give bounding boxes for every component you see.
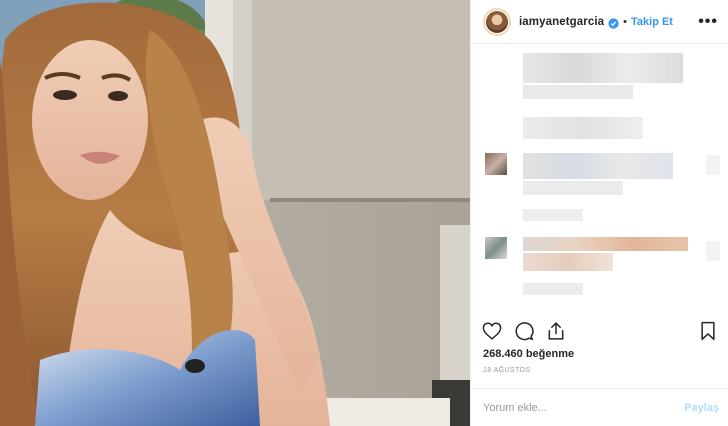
redacted-caption <box>523 117 643 139</box>
verified-badge-icon <box>608 16 619 29</box>
post-sidebar: iamyanetgarcia • Takip Et ••• 268.460 be… <box>470 0 728 426</box>
follow-button[interactable]: Takip Et <box>631 16 673 28</box>
redacted-caption <box>523 85 633 99</box>
action-bar <box>471 315 728 347</box>
share-icon[interactable] <box>545 320 567 342</box>
username-link[interactable]: iamyanetgarcia <box>519 16 604 28</box>
heart-icon[interactable] <box>481 320 503 342</box>
post-comment-button[interactable]: Paylaş <box>684 402 719 414</box>
comment-icon[interactable] <box>513 320 535 342</box>
redacted-caption <box>523 53 683 83</box>
post-image <box>0 0 470 426</box>
post-photo[interactable] <box>0 0 470 426</box>
post-date[interactable]: 18 AĞUSTOS <box>483 367 530 374</box>
separator-dot: • <box>623 15 627 28</box>
redacted-comment <box>706 241 720 261</box>
avatar[interactable] <box>483 7 511 36</box>
redacted-comment <box>523 253 613 271</box>
redacted-comment <box>523 237 688 251</box>
post-header: iamyanetgarcia • Takip Et ••• <box>471 0 728 44</box>
comments-list <box>471 45 728 310</box>
redacted-comment <box>523 181 623 195</box>
bookmark-icon[interactable] <box>697 320 719 342</box>
redacted-comment <box>523 209 583 221</box>
redacted-avatar <box>485 237 507 259</box>
redacted-avatar <box>485 153 507 175</box>
comment-input[interactable] <box>483 401 685 414</box>
comment-form: Paylaş <box>471 388 728 426</box>
redacted-comment <box>706 155 720 175</box>
redacted-comment <box>523 283 583 295</box>
more-options-icon[interactable]: ••• <box>698 13 718 29</box>
redacted-comment <box>523 153 673 179</box>
likes-count[interactable]: 268.460 beğenme <box>483 348 574 360</box>
